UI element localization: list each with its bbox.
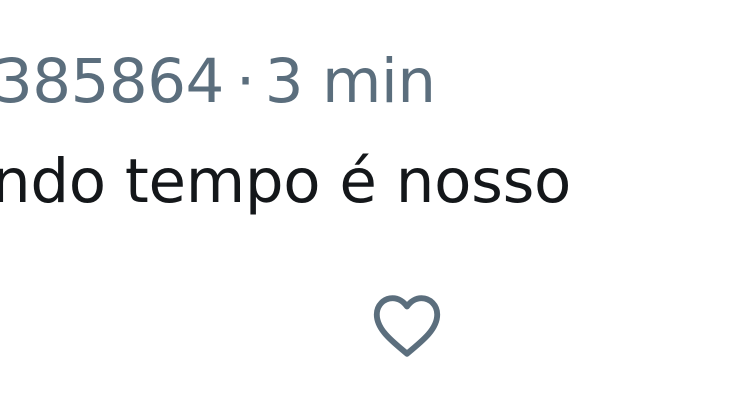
tweet-text: ndo tempo é nosso [0,146,572,217]
like-button[interactable] [366,288,448,362]
tweet-card[interactable]: 385864 · 3 min ndo tempo é nosso [0,0,740,416]
tweet-meta: 385864 · 3 min [0,44,436,120]
meta-separator: · [235,46,255,117]
author-handle[interactable]: 385864 [0,46,224,117]
tweet-timestamp[interactable]: 3 min [265,46,436,117]
heart-outline-icon [373,295,441,357]
